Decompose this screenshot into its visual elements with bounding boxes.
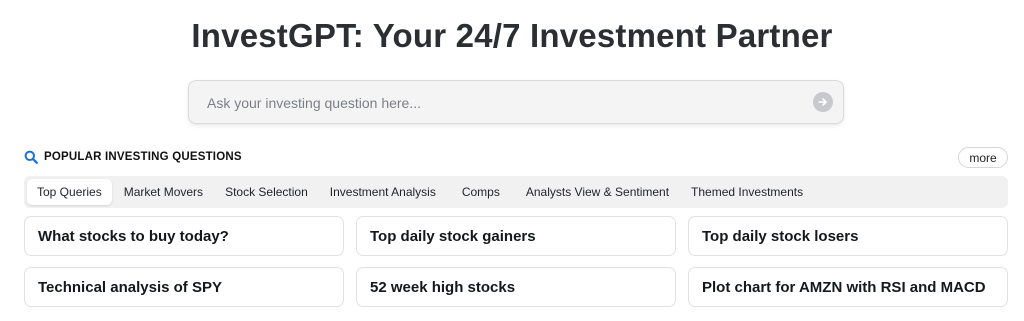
- tab-stock-selection[interactable]: Stock Selection: [215, 179, 318, 205]
- tab-comps[interactable]: Comps: [452, 179, 510, 205]
- question-card[interactable]: Top daily stock gainers: [356, 216, 676, 256]
- more-button[interactable]: more: [958, 147, 1008, 168]
- search-bar: [188, 80, 844, 125]
- category-tabs: Top Queries Market Movers Stock Selectio…: [24, 176, 1008, 208]
- tab-themed-investments[interactable]: Themed Investments: [681, 179, 813, 205]
- tab-market-movers[interactable]: Market Movers: [114, 179, 213, 205]
- question-card[interactable]: What stocks to buy today?: [24, 216, 344, 256]
- search-icon: [24, 150, 38, 164]
- arrow-right-circle-icon: [818, 98, 827, 106]
- search-input[interactable]: [205, 81, 789, 125]
- question-card[interactable]: 52 week high stocks: [356, 267, 676, 307]
- popular-questions-header: POPULAR INVESTING QUESTIONS: [24, 148, 242, 166]
- question-card[interactable]: Top daily stock losers: [688, 216, 1008, 256]
- question-card[interactable]: Technical analysis of SPY: [24, 267, 344, 307]
- tab-analysts-view-sentiment[interactable]: Analysts View & Sentiment: [516, 179, 679, 205]
- tab-investment-analysis[interactable]: Investment Analysis: [320, 179, 446, 205]
- tab-top-queries[interactable]: Top Queries: [27, 179, 112, 205]
- page-title: InvestGPT: Your 24/7 Investment Partner: [191, 17, 833, 54]
- section-title: POPULAR INVESTING QUESTIONS: [44, 151, 242, 163]
- question-card[interactable]: Plot chart for AMZN with RSI and MACD: [688, 267, 1008, 307]
- submit-button[interactable]: [813, 92, 833, 112]
